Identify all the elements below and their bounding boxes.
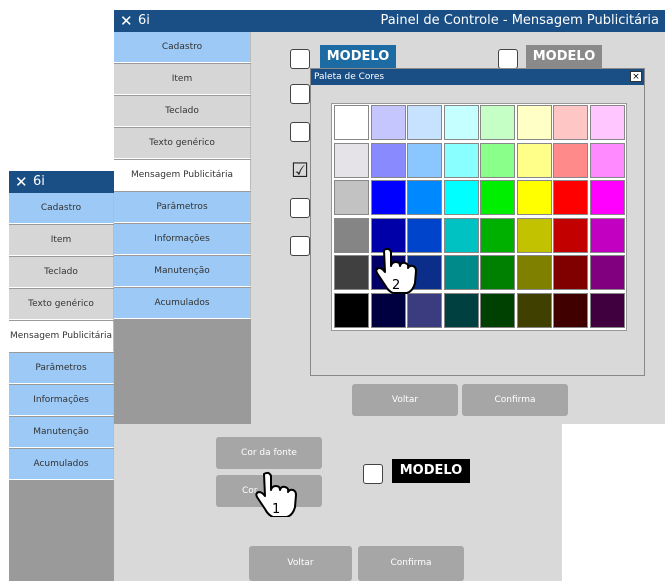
- color-swatch[interactable]: [407, 105, 442, 140]
- color-swatch[interactable]: [516, 255, 552, 290]
- front-sidebar-menu-item[interactable]: Informações: [114, 224, 251, 255]
- color-swatch[interactable]: [443, 180, 479, 215]
- color-palette-dialog: Paleta de Cores ×: [310, 68, 645, 376]
- app-label: 6i: [138, 13, 150, 28]
- close-icon[interactable]: ✕: [15, 173, 28, 191]
- color-swatch[interactable]: [443, 292, 479, 328]
- dialog-title: Paleta de Cores: [311, 69, 644, 85]
- color-swatch[interactable]: [407, 142, 442, 178]
- front-sidebar-menu-item[interactable]: Item: [114, 64, 251, 95]
- modelo-black-preview: MODELO: [392, 459, 470, 483]
- color-swatch[interactable]: [443, 217, 479, 253]
- modelo-grey-checkbox[interactable]: [498, 49, 518, 69]
- window-title: Painel de Controle - Mensagem Publicitár…: [380, 13, 659, 28]
- color-swatch[interactable]: [407, 180, 442, 215]
- color-swatch[interactable]: [516, 180, 552, 215]
- color-swatch[interactable]: [553, 255, 588, 290]
- color-swatch[interactable]: [589, 142, 625, 178]
- front-confirma-button[interactable]: Confirma: [462, 384, 568, 416]
- dialog-close-icon[interactable]: ×: [630, 71, 642, 82]
- front-voltar-button[interactable]: Voltar: [352, 384, 458, 416]
- front-sidebar-menu-item[interactable]: Manutenção: [114, 256, 251, 287]
- color-swatch[interactable]: [334, 217, 369, 253]
- color-swatch[interactable]: [334, 255, 369, 290]
- back-confirma-button[interactable]: Confirma: [358, 546, 464, 581]
- color-swatch[interactable]: [553, 292, 588, 328]
- color-swatch[interactable]: [334, 292, 369, 328]
- back-sidebar-menu-item[interactable]: Texto genérico: [9, 289, 114, 320]
- color-swatch[interactable]: [516, 292, 552, 328]
- front-titlebar: ✕ 6i Painel de Controle - Mensagem Publi…: [114, 10, 665, 32]
- color-swatch[interactable]: [334, 105, 369, 140]
- back-sidebar: Cadastro Item Teclado Texto genérico Mensage…: [9, 193, 114, 581]
- color-swatch[interactable]: [370, 142, 406, 178]
- color-swatch[interactable]: [516, 105, 552, 140]
- modelo-grey-preview: MODELO: [526, 45, 602, 69]
- color-swatch[interactable]: [553, 217, 588, 253]
- pointer-hand-icon: 2: [372, 247, 422, 299]
- back-voltar-button[interactable]: Voltar: [249, 546, 352, 581]
- option-checkbox-2[interactable]: [290, 84, 310, 104]
- option-checkbox-4-checked[interactable]: ☑: [290, 160, 310, 180]
- front-sidebar-menu-item[interactable]: Parâmetros: [114, 192, 251, 223]
- back-sidebar-menu-item[interactable]: Teclado: [9, 257, 114, 288]
- color-swatch[interactable]: [480, 255, 515, 290]
- color-swatch[interactable]: [553, 180, 588, 215]
- front-sidebar-menu-item[interactable]: Mensagem Publicitária: [114, 160, 251, 191]
- back-sidebar-menu-item[interactable]: Manutenção: [9, 417, 114, 448]
- pointer-hand-icon: 1: [252, 471, 302, 521]
- color-swatch[interactable]: [589, 217, 625, 253]
- front-sidebar-menu-item[interactable]: Teclado: [114, 96, 251, 127]
- color-swatch[interactable]: [516, 142, 552, 178]
- back-sidebar-menu-item[interactable]: Parâmetros: [9, 353, 114, 384]
- color-swatch[interactable]: [516, 217, 552, 253]
- back-sidebar-menu-item[interactable]: Cadastro: [9, 193, 114, 224]
- color-swatch[interactable]: [589, 255, 625, 290]
- option-checkbox-5[interactable]: [290, 198, 310, 218]
- option-checkbox-6[interactable]: [290, 236, 310, 256]
- step-number: 1: [272, 502, 280, 517]
- color-swatch[interactable]: [589, 292, 625, 328]
- color-swatch[interactable]: [443, 142, 479, 178]
- color-swatch[interactable]: [480, 180, 515, 215]
- color-swatch[interactable]: [480, 105, 515, 140]
- color-swatch[interactable]: [370, 105, 406, 140]
- color-swatch[interactable]: [589, 180, 625, 215]
- color-swatch[interactable]: [553, 142, 588, 178]
- close-icon[interactable]: ✕: [120, 12, 133, 30]
- front-sidebar-menu-item[interactable]: Cadastro: [114, 32, 251, 63]
- modelo-blue-preview: MODELO: [320, 45, 396, 69]
- option-checkbox-1[interactable]: [290, 49, 310, 69]
- front-window: ✕ 6i Painel de Controle - Mensagem Publi…: [114, 10, 665, 424]
- back-sidebar-menu-item[interactable]: Mensagem Publicitária: [9, 321, 114, 352]
- step-number: 2: [392, 278, 400, 293]
- app-label: 6i: [33, 174, 45, 189]
- color-swatch[interactable]: [480, 217, 515, 253]
- color-swatch[interactable]: [443, 255, 479, 290]
- color-swatch[interactable]: [589, 105, 625, 140]
- back-sidebar-menu-item[interactable]: Informações: [9, 385, 114, 416]
- color-swatch[interactable]: [443, 105, 479, 140]
- option-checkbox-3[interactable]: [290, 122, 310, 142]
- color-swatch[interactable]: [480, 292, 515, 328]
- front-sidebar: Cadastro Item Teclado Texto genérico Mensage…: [114, 32, 251, 424]
- modelo-checkbox[interactable]: [363, 464, 383, 484]
- back-sidebar-menu-item[interactable]: Item: [9, 225, 114, 256]
- color-swatch[interactable]: [370, 180, 406, 215]
- color-swatch[interactable]: [334, 142, 369, 178]
- color-swatch[interactable]: [553, 105, 588, 140]
- back-sidebar-menu-item[interactable]: Acumulados: [9, 449, 114, 480]
- front-sidebar-menu-item[interactable]: Acumulados: [114, 288, 251, 319]
- front-sidebar-menu-item[interactable]: Texto genérico: [114, 128, 251, 159]
- font-color-button[interactable]: Cor da fonte: [216, 437, 322, 469]
- color-swatch[interactable]: [480, 142, 515, 178]
- color-swatch[interactable]: [334, 180, 369, 215]
